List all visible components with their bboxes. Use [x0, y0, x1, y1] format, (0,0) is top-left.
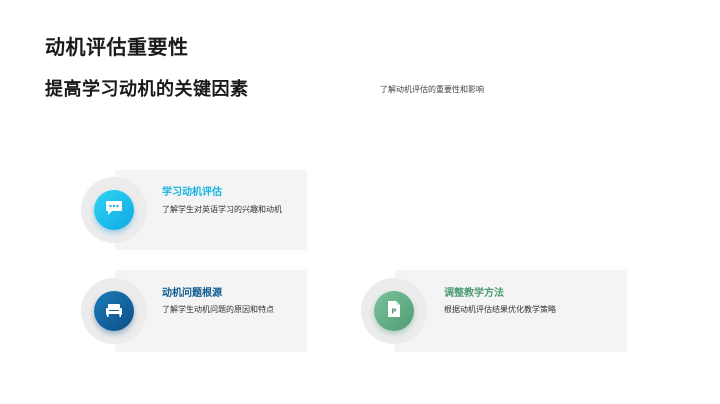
slide-subtitle: 提高学习动机的关键因素 — [45, 79, 249, 100]
icon-halo: P — [361, 278, 427, 344]
card-text: 根据动机评估结果优化教学策略 — [444, 305, 556, 314]
icon-halo — [81, 278, 147, 344]
icon-circle: P — [374, 291, 414, 331]
sofa-icon — [105, 302, 123, 321]
card-title: 动机问题根源 — [162, 288, 222, 299]
card-title: 学习动机评估 — [162, 187, 222, 198]
card-text: 了解学生对英语学习的兴趣和动机 — [162, 205, 282, 214]
card-text: 了解学生动机问题的原因和特点 — [162, 305, 274, 314]
icon-circle — [94, 291, 134, 331]
icon-halo — [81, 177, 147, 243]
svg-text:P: P — [391, 308, 396, 316]
icon-circle — [94, 190, 134, 230]
card-title: 调整教学方法 — [444, 288, 504, 299]
document-icon: P — [387, 300, 401, 322]
slide-title: 动机评估重要性 — [45, 35, 189, 59]
chat-bubble-icon — [105, 200, 123, 220]
slide-description: 了解动机评估的重要性和影响 — [380, 85, 484, 94]
